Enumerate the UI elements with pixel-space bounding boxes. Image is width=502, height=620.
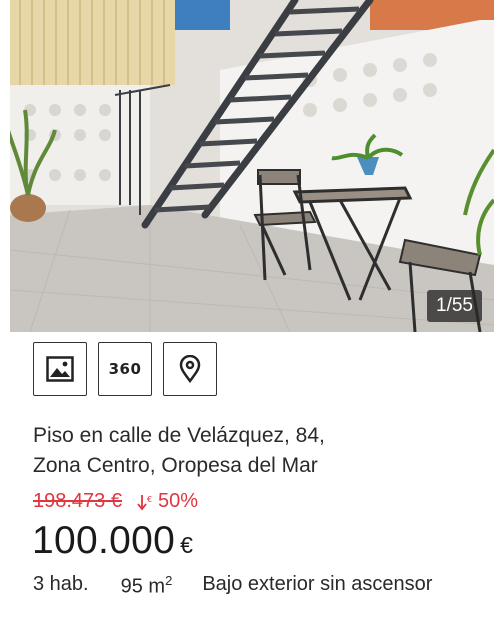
feature-area-unit: 2 xyxy=(165,573,173,588)
svg-text:€: € xyxy=(147,495,152,504)
virtual-tour-button[interactable]: 360 xyxy=(98,342,152,396)
current-price: 100.000 € xyxy=(32,519,193,563)
patio-photo-image xyxy=(10,0,494,332)
map-button[interactable] xyxy=(163,342,217,396)
price-currency: € xyxy=(180,532,193,558)
media-buttons: 360 xyxy=(33,342,217,396)
price-drop-row: 198.473 € € 50% xyxy=(33,490,198,513)
map-pin-icon xyxy=(179,355,201,383)
photos-button[interactable] xyxy=(33,342,87,396)
feature-rooms: 3 hab. xyxy=(33,573,89,595)
property-photo[interactable]: 1/55 xyxy=(10,0,494,332)
feature-floor: Bajo exterior sin ascensor xyxy=(202,573,433,595)
property-card[interactable]: 1/55 360 Piso en calle de Velázquez, 84,… xyxy=(0,0,502,620)
listing-title[interactable]: Piso en calle de Velázquez, 84, Zona Cen… xyxy=(33,421,473,481)
title-line-location: Zona Centro, Oropesa del Mar xyxy=(33,454,318,477)
feature-area: 95 m2 xyxy=(121,573,173,599)
tour-360-label: 360 xyxy=(108,360,142,378)
discount-percentage: 50% xyxy=(157,490,199,512)
price-drop-arrow-icon: € xyxy=(136,493,154,511)
photo-counter: 1/55 xyxy=(427,290,482,322)
listing-features: 3 hab. 95 m2 Bajo exterior sin ascensor xyxy=(33,573,432,599)
title-line-address: Piso en calle de Velázquez, 84, xyxy=(33,424,325,447)
old-price: 198.473 € xyxy=(33,490,122,512)
price-amount: 100.000 xyxy=(32,519,176,562)
feature-area-value: 95 m xyxy=(120,575,166,598)
image-icon xyxy=(46,356,74,382)
